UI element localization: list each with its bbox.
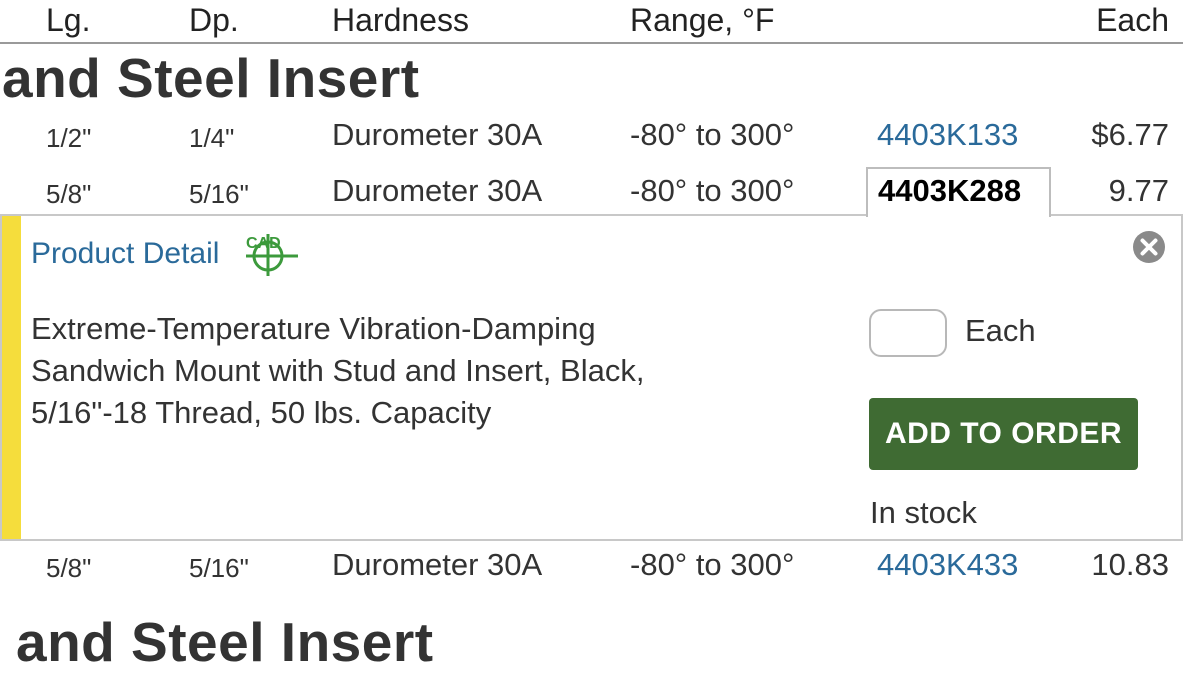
col-header-length: Lg. [46, 2, 91, 38]
selected-part-number[interactable]: 4403K288 [878, 173, 1021, 209]
cell-hardness: Durometer 30A [332, 547, 543, 582]
cell-price: $6.77 [1091, 117, 1169, 152]
close-icon[interactable] [1131, 229, 1167, 265]
description-line: 5/16"-18 Thread, 50 lbs. Capacity [31, 395, 492, 430]
cell-depth: 5/16" [189, 179, 249, 209]
col-header-depth: Dp. [189, 2, 239, 38]
cell-depth: 5/16" [189, 553, 249, 583]
cell-length: 5/8" [46, 179, 92, 209]
part-number-link[interactable]: 4403K433 [877, 547, 1018, 583]
part-number-link[interactable]: 4403K133 [877, 117, 1018, 153]
table-header: Lg. Dp. Hardness Range, °F Each [0, 0, 1200, 44]
product-detail-panel: Product Detail CAD Extreme-Temperature V… [0, 214, 1183, 541]
table-row: 1/2" 1/4" Durometer 30A -80° to 300° 440… [0, 110, 1200, 162]
cad-icon[interactable]: CAD [238, 230, 302, 278]
col-header-range: Range, °F [630, 2, 775, 38]
cell-depth: 1/4" [189, 123, 235, 153]
header-divider [0, 42, 1183, 44]
section-title: and Steel Insert [16, 611, 434, 673]
cell-price: 10.83 [1091, 547, 1169, 582]
cell-hardness: Durometer 30A [332, 173, 543, 208]
product-description: Extreme-Temperature Vibration-Damping Sa… [31, 308, 811, 434]
selected-part-tab[interactable]: 4403K288 [866, 167, 1051, 217]
cell-length: 5/8" [46, 553, 92, 583]
cell-range: -80° to 300° [630, 173, 795, 208]
quantity-unit-label: Each [965, 313, 1036, 348]
cell-price: 9.77 [1108, 173, 1169, 208]
description-line: Extreme-Temperature Vibration-Damping [31, 311, 596, 346]
section-title: and Steel Insert [2, 47, 420, 109]
quantity-input[interactable] [869, 309, 947, 357]
cell-length: 1/2" [46, 123, 92, 153]
table-row: 5/8" 5/16" Durometer 30A -80° to 300° 44… [0, 540, 1200, 592]
product-detail-link[interactable]: Product Detail [31, 237, 219, 271]
description-line: Sandwich Mount with Stud and Insert, Bla… [31, 353, 645, 388]
cad-icon-label: CAD [246, 235, 281, 252]
cell-range: -80° to 300° [630, 117, 795, 152]
col-header-hardness: Hardness [332, 2, 469, 38]
cell-hardness: Durometer 30A [332, 117, 543, 152]
col-header-each: Each [1096, 2, 1169, 38]
highlight-bar [2, 216, 21, 539]
stock-status: In stock [870, 495, 977, 530]
add-to-order-button[interactable]: ADD TO ORDER [869, 398, 1138, 470]
cell-range: -80° to 300° [630, 547, 795, 582]
